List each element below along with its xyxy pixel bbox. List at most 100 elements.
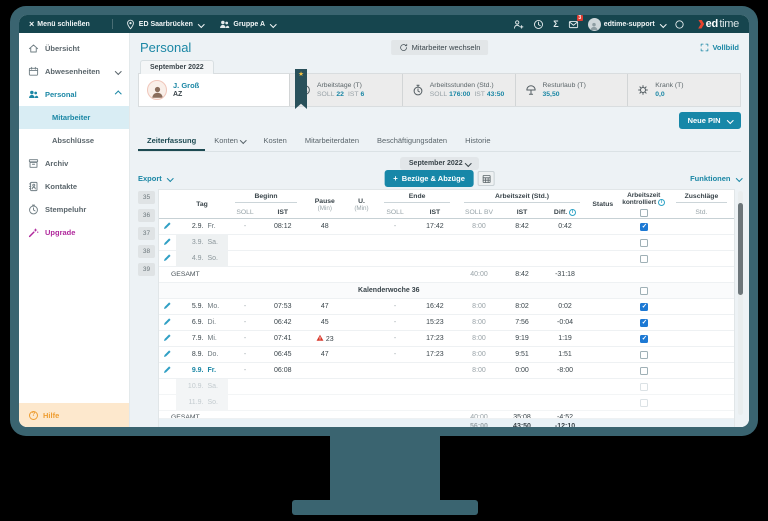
sidebar-item-kontakte[interactable]: Kontakte (19, 175, 129, 198)
checkbox[interactable] (640, 319, 648, 327)
main-content: Personal Mitarbeiter wechseln Vollbild S… (130, 33, 749, 427)
sidebar-item-stempeluhr[interactable]: Stempeluhr (19, 198, 129, 221)
switch-employee-button[interactable]: Mitarbeiter wechseln (391, 40, 489, 55)
edit-cell (159, 235, 176, 251)
edit-icon[interactable] (163, 253, 172, 262)
add-payments-button[interactable]: + Bezüge & Abzüge (384, 170, 474, 187)
edit-icon[interactable] (163, 365, 172, 374)
help-button[interactable]: ? Hilfe (19, 403, 129, 427)
month-select[interactable]: September 2022 (400, 157, 479, 170)
warning-icon[interactable] (316, 334, 324, 342)
account-selector[interactable]: edtime-support (588, 18, 665, 31)
edit-icon[interactable] (163, 301, 172, 310)
ende-soll-header: SOLL (377, 206, 413, 219)
ist-total: 35:08 (501, 411, 543, 419)
new-pin-button[interactable]: Neue PIN (679, 112, 741, 129)
user-admin-icon[interactable] (513, 19, 524, 30)
messages-button[interactable]: 3 (568, 19, 579, 30)
day-number: 9.9. (184, 367, 204, 374)
pause-cell: 48 (304, 219, 346, 235)
checkbox[interactable] (640, 303, 648, 311)
checkbox[interactable] (640, 239, 648, 247)
sidebar-item-label: Personal (45, 90, 77, 99)
refresh-icon (399, 43, 408, 52)
beginn-ist-cell-value: 07:41 (274, 335, 292, 342)
pause-column-header-label: Pause (315, 198, 335, 205)
ist-cell (501, 251, 543, 267)
edit-icon[interactable] (163, 221, 172, 230)
tab-zeiterfassung[interactable]: Zeiterfassung (138, 131, 205, 151)
location-selector[interactable]: ED Saarbrücken (125, 19, 204, 30)
checkbox[interactable] (640, 351, 648, 359)
export-button[interactable]: Export (138, 174, 172, 183)
checkbox[interactable] (640, 287, 648, 295)
fullscreen-button[interactable]: Vollbild (700, 43, 739, 52)
table-scrollbar[interactable] (738, 191, 743, 415)
sidebar-item-label: Upgrade (45, 228, 75, 237)
checkbox[interactable] (640, 367, 648, 375)
u-cell (346, 331, 377, 347)
edit-icon[interactable] (163, 333, 172, 342)
edit-icon[interactable] (163, 317, 172, 326)
week-number-button[interactable]: 35 (138, 191, 155, 204)
empty-cell (413, 411, 457, 419)
pause-cell (304, 395, 346, 411)
sidebar-item-abschlüsse[interactable]: Abschlüsse (19, 129, 129, 152)
beginn-soll-cell: - (228, 347, 262, 363)
week-number-button[interactable]: 39 (138, 263, 155, 276)
week-number-button[interactable]: 37 (138, 227, 155, 240)
group-selector[interactable]: Gruppe A (219, 19, 275, 30)
sidebar-item-personal[interactable]: Personal (19, 83, 129, 106)
sidebar-item-mitarbeiter[interactable]: Mitarbeiter (19, 106, 129, 129)
total-label: GESAMT (159, 411, 228, 419)
month-tab[interactable]: September 2022 (140, 60, 214, 74)
bookmark-ribbon[interactable]: ★ (295, 69, 307, 109)
ende-ist-cell (413, 395, 457, 411)
menu-close-button[interactable]: × Menü schließen (29, 20, 90, 29)
checkbox[interactable] (640, 335, 648, 343)
chevron-down-icon (115, 68, 121, 74)
week-number-button[interactable]: 38 (138, 245, 155, 258)
diff-total-value: -4:52 (557, 411, 573, 418)
scrollbar-thumb[interactable] (738, 203, 743, 295)
u-cell (346, 251, 377, 267)
day-cell: 2.9.Fr. (176, 219, 228, 235)
power-icon[interactable] (674, 19, 685, 30)
checkbox[interactable] (640, 209, 648, 217)
week-number-button[interactable]: 36 (138, 209, 155, 222)
beginn-soll-cell (228, 379, 262, 395)
tab-beschäftigungsdaten[interactable]: Beschäftigungsdaten (368, 131, 456, 151)
sidebar-item-label: Kontakte (45, 182, 77, 191)
info-icon[interactable]: i (569, 209, 576, 216)
edit-icon[interactable] (163, 349, 172, 358)
sidebar-item-abwesenheiten[interactable]: Abwesenheiten (19, 60, 129, 83)
tab-mitarbeiterdaten[interactable]: Mitarbeiterdaten (296, 131, 368, 151)
sidebar-item-übersicht[interactable]: Übersicht (19, 37, 129, 60)
tab-historie[interactable]: Historie (456, 131, 499, 151)
vacation-icon (525, 84, 537, 96)
clock-icon[interactable] (533, 19, 544, 30)
tab-kosten[interactable]: Kosten (254, 131, 295, 151)
soll-bv-cell-value: 8:00 (472, 223, 486, 230)
timesheet-table: TagBeginnPause(Min)U.(Min)EndeArbeitszei… (158, 189, 735, 427)
diff-total-value: -31:18 (555, 271, 575, 278)
topbar: × Menü schließen ED Saarbrücken Gruppe A… (19, 15, 749, 33)
menu-close-label: Menü schließen (37, 21, 90, 28)
checkbox[interactable] (640, 255, 648, 263)
sidebar-item-archiv[interactable]: Archiv (19, 152, 129, 175)
monitor-stand-neck (330, 432, 440, 502)
soll-bv-header: SOLL BV (457, 206, 501, 219)
ist-cell (501, 395, 543, 411)
ende-soll-cell: - (377, 219, 413, 235)
employee-card[interactable]: J. Groß AZ (139, 74, 289, 106)
ende-soll-cell-value: - (394, 319, 396, 326)
timesheet-head: TagBeginnPause(Min)U.(Min)EndeArbeitszei… (159, 190, 734, 219)
edit-icon[interactable] (163, 237, 172, 246)
sum-icon[interactable]: Σ (553, 19, 558, 29)
info-icon[interactable]: i (658, 199, 665, 206)
checkbox[interactable] (640, 223, 648, 231)
grid-view-button[interactable] (478, 171, 495, 186)
sidebar-item-upgrade[interactable]: Upgrade (19, 221, 129, 244)
functions-button[interactable]: Funktionen (690, 174, 741, 183)
tab-konten[interactable]: Konten (205, 131, 254, 151)
